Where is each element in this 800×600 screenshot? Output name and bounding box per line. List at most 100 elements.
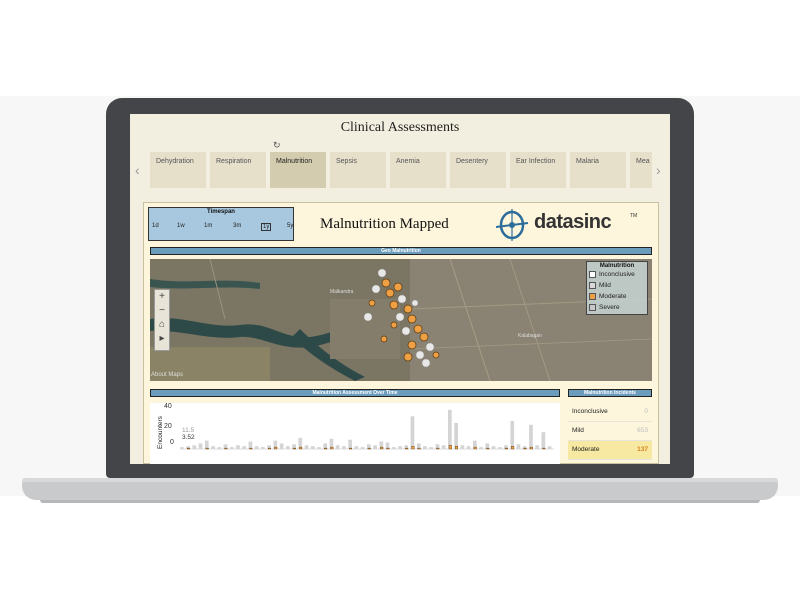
timespan-option-5y[interactable]: 5y xyxy=(287,223,293,229)
assessment-chart[interactable]: Encounters 40 20 0 11.5 3.52 xyxy=(150,403,560,464)
bar-mild[interactable] xyxy=(180,447,184,449)
tab-malaria[interactable]: Malaria xyxy=(570,152,626,188)
legend-item-mild[interactable]: Mild xyxy=(587,280,647,291)
bar-mild[interactable] xyxy=(229,447,234,449)
bar-mild[interactable] xyxy=(423,446,427,449)
timespan-option-1m[interactable]: 1m xyxy=(204,223,212,229)
bar-moderate[interactable] xyxy=(367,447,371,450)
bar-moderate[interactable] xyxy=(529,446,533,450)
bar-mild[interactable] xyxy=(547,446,552,449)
legend-item-moderate[interactable]: Moderate xyxy=(587,291,647,302)
zoom-out-icon[interactable]: − xyxy=(155,304,169,318)
bar-mild[interactable] xyxy=(398,446,402,449)
chevron-left-icon[interactable]: ‹ xyxy=(135,162,140,178)
tab-sepsis[interactable]: Sepsis xyxy=(330,152,386,188)
bar-mild[interactable] xyxy=(391,447,396,449)
bar-moderate[interactable] xyxy=(511,446,515,450)
bar-mild[interactable] xyxy=(441,445,446,449)
bar-mild[interactable] xyxy=(373,445,377,449)
bar-mild[interactable] xyxy=(354,446,359,449)
bar-mild[interactable] xyxy=(286,446,290,449)
bar-moderate[interactable] xyxy=(224,447,228,450)
bar-mild[interactable] xyxy=(348,439,352,449)
tab-ear-infection[interactable]: Ear Infection xyxy=(510,152,566,188)
chevron-right-icon[interactable]: › xyxy=(656,162,661,178)
incident-row-inconclusive[interactable]: Inconclusive 0 xyxy=(568,403,652,422)
bar-moderate[interactable] xyxy=(436,447,440,450)
bar-mild[interactable] xyxy=(516,444,521,449)
bar-moderate[interactable] xyxy=(523,447,527,450)
bar-mild[interactable] xyxy=(510,421,515,449)
bar-moderate[interactable] xyxy=(411,446,415,450)
bar-mild[interactable] xyxy=(429,447,433,449)
bar-mild[interactable] xyxy=(198,443,203,449)
bar-moderate[interactable] xyxy=(330,446,334,450)
bar-mild[interactable] xyxy=(192,445,197,449)
bar-moderate[interactable] xyxy=(386,447,390,450)
bar-mild[interactable] xyxy=(335,445,340,449)
bar-moderate[interactable] xyxy=(486,447,490,450)
timespan-option-1w[interactable]: 1w xyxy=(177,223,185,229)
incident-row-moderate[interactable]: Moderate 137 xyxy=(568,441,652,460)
tab-measles[interactable]: Mea xyxy=(630,152,652,188)
reload-icon[interactable]: ↻ xyxy=(273,140,281,151)
bar-mild[interactable] xyxy=(248,441,253,450)
bar-mild[interactable] xyxy=(448,409,452,449)
bar-mild[interactable] xyxy=(204,440,209,449)
tab-malnutrition[interactable]: Malnutrition xyxy=(270,152,326,188)
bar-mild[interactable] xyxy=(479,447,483,449)
bar-mild[interactable] xyxy=(254,446,259,449)
tab-desentery[interactable]: Desentery xyxy=(450,152,506,188)
bar-mild[interactable] xyxy=(454,422,458,449)
bar-moderate[interactable] xyxy=(205,447,209,450)
malnutrition-map[interactable]: Malkandra Kalabagan + − ⌂ ▸ About Maps M… xyxy=(150,259,652,381)
bar-mild[interactable] xyxy=(491,446,496,449)
bar-moderate[interactable] xyxy=(187,447,191,450)
bar-moderate[interactable] xyxy=(380,446,384,450)
bar-moderate[interactable] xyxy=(274,446,278,450)
play-icon[interactable]: ▸ xyxy=(155,332,169,346)
bar-mild[interactable] xyxy=(535,445,539,449)
bar-mild[interactable] xyxy=(304,445,309,449)
bar-moderate[interactable] xyxy=(405,447,409,450)
legend-item-inconclusive[interactable]: Inconclusive xyxy=(587,269,647,280)
timespan-option-1d[interactable]: 1d xyxy=(152,223,159,229)
timespan-option-3m[interactable]: 3m xyxy=(233,223,241,229)
bar-moderate[interactable] xyxy=(249,447,253,450)
bar-moderate[interactable] xyxy=(292,447,296,450)
bar-moderate[interactable] xyxy=(542,447,546,450)
bar-mild[interactable] xyxy=(279,443,284,449)
tab-respiration[interactable]: Respiration xyxy=(210,152,266,188)
about-maps-link[interactable]: About Maps xyxy=(151,372,183,378)
incident-row-mild[interactable]: Mild 653 xyxy=(568,422,652,441)
bar-mild[interactable] xyxy=(242,446,246,449)
bar-mild[interactable] xyxy=(497,447,502,449)
bar-moderate[interactable] xyxy=(448,445,452,450)
bar-moderate[interactable] xyxy=(417,447,421,450)
bar-mild[interactable] xyxy=(360,447,365,449)
bar-mild[interactable] xyxy=(541,432,546,449)
bar-mild[interactable] xyxy=(217,447,222,449)
tab-anemia[interactable]: Anemia xyxy=(390,152,446,188)
bar-mild[interactable] xyxy=(236,445,240,449)
bar-moderate[interactable] xyxy=(455,446,459,450)
bar-mild[interactable] xyxy=(466,446,471,449)
bar-moderate[interactable] xyxy=(348,447,352,450)
bar-moderate[interactable] xyxy=(324,447,328,450)
bar-mild[interactable] xyxy=(342,446,346,449)
bar-mild[interactable] xyxy=(317,447,321,449)
bar-moderate[interactable] xyxy=(473,446,477,450)
bar-moderate[interactable] xyxy=(299,446,303,450)
bar-mild[interactable] xyxy=(410,416,415,449)
bar-moderate[interactable] xyxy=(504,447,508,450)
bar-mild[interactable] xyxy=(529,424,533,449)
timespan-option-1y[interactable]: 1y xyxy=(261,223,272,231)
bar-mild[interactable] xyxy=(211,446,215,449)
legend-item-severe[interactable]: Severe xyxy=(587,302,647,313)
bar-mild[interactable] xyxy=(310,446,315,449)
bar-mild[interactable] xyxy=(261,447,265,449)
tab-dehydration[interactable]: Dehydration xyxy=(150,152,206,188)
bar-moderate[interactable] xyxy=(267,447,271,450)
bar-mild[interactable] xyxy=(460,445,465,449)
home-icon[interactable]: ⌂ xyxy=(155,318,169,332)
